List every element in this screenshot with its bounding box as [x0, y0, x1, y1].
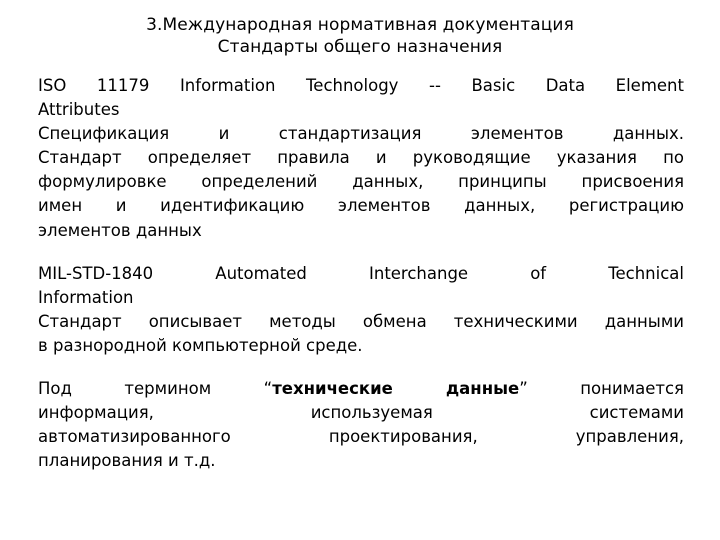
- title-line-1: 3.Международная нормативная документация: [146, 15, 574, 35]
- text-line: Стандарт описывает методы обмена техниче…: [38, 311, 684, 331]
- paragraph-iso-11179: ISO 11179 Information Technology -- Basi…: [38, 74, 684, 243]
- slide-canvas: 3.Международная нормативная документация…: [0, 0, 720, 540]
- text-line: ISO 11179 Information Technology -- Basi…: [38, 76, 684, 95]
- text-line: в разнородной компьютерной среде.: [38, 335, 363, 355]
- quote-open: “: [263, 379, 273, 399]
- paragraph-technical-data-definition: Под термином “технические данные” понима…: [38, 377, 684, 473]
- text-line: элементов данных: [38, 220, 202, 240]
- title-line-2: Стандарты общего назначения: [217, 37, 503, 57]
- text-line: планирования и т.д.: [38, 451, 216, 471]
- text-line: формулировке определений данных, принцип…: [38, 172, 684, 192]
- text-after-emphasis: понимается: [527, 379, 684, 399]
- text-line: информация, используемая системами: [38, 403, 684, 423]
- text-line-with-emphasis: Под термином “технические данные” понима…: [38, 377, 684, 401]
- text-line: имен и идентификацию элементов данных, р…: [38, 196, 684, 216]
- text-line: Information: [38, 287, 134, 307]
- text-line: автоматизированного проектирования, упра…: [38, 427, 684, 447]
- paragraph-mil-std-1840: MIL-STD-1840 Automated Interchange of Te…: [38, 262, 684, 358]
- text-line: Спецификация и стандартизация элементов …: [38, 124, 684, 144]
- text-line: MIL-STD-1840 Automated Interchange of Te…: [38, 263, 684, 283]
- quote-close: ”: [519, 379, 528, 399]
- text-line: Стандарт определяет правила и руководящи…: [38, 148, 684, 168]
- text-before-emphasis: Под термином: [38, 379, 264, 399]
- slide-body: ISO 11179 Information Technology -- Basi…: [38, 74, 684, 473]
- text-line: Attributes: [38, 100, 120, 120]
- page-title: 3.Международная нормативная документация…: [0, 14, 720, 58]
- emphasis-technical-data: технические данные: [272, 379, 520, 399]
